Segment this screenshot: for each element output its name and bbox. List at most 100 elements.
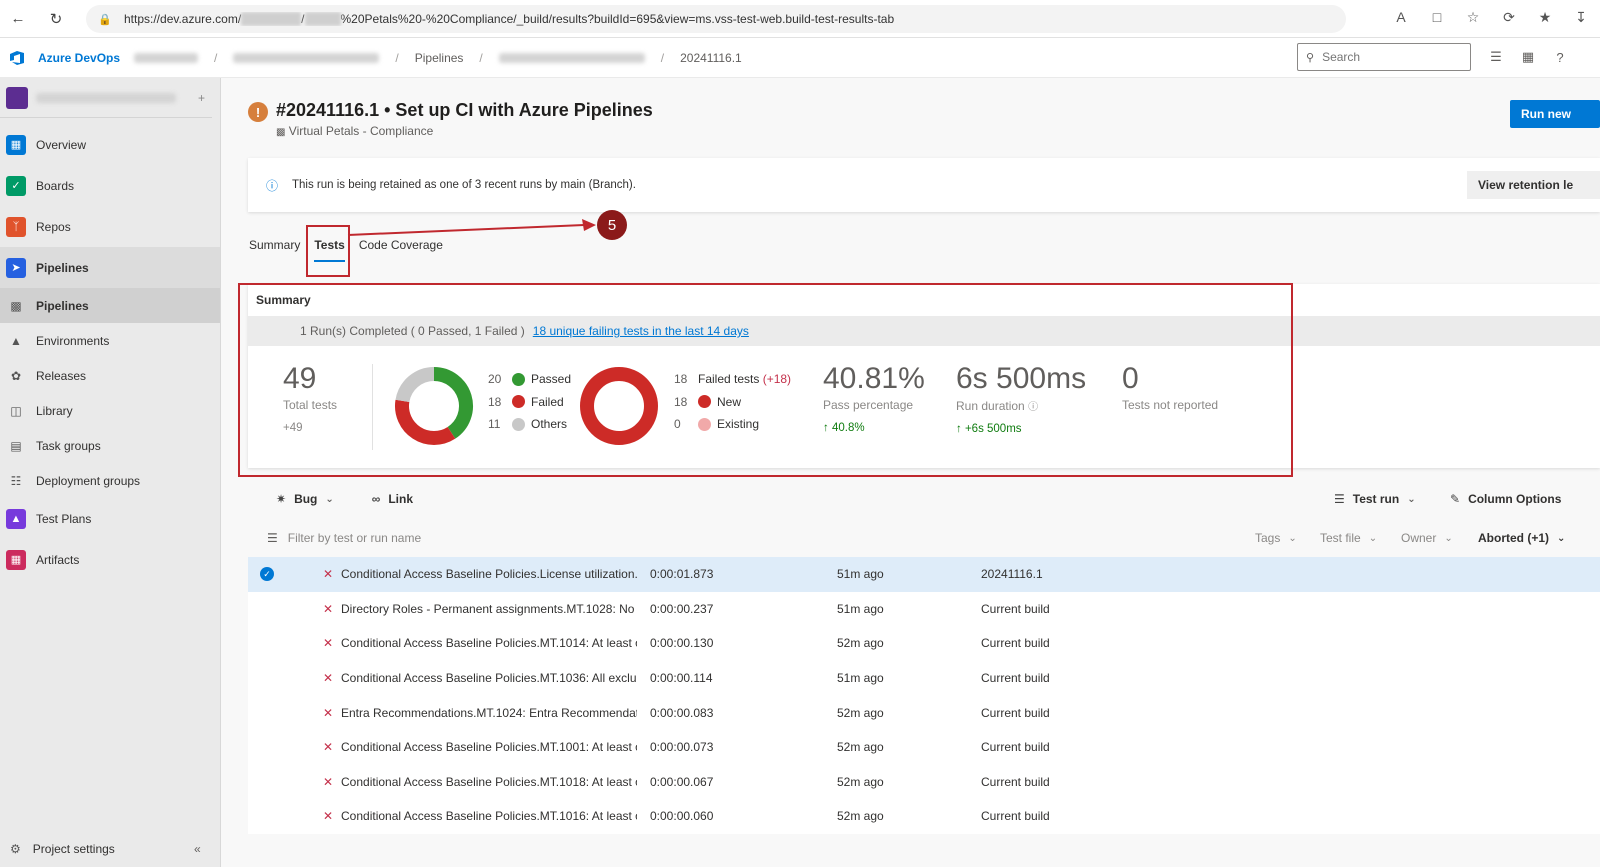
run-new-button[interactable]: Run new xyxy=(1510,100,1600,128)
sidebar-subitem-environments[interactable]: ▲ Environments xyxy=(0,323,220,358)
breadcrumb-pipelines[interactable]: Pipelines xyxy=(415,51,464,65)
failed-x-icon: ✕ xyxy=(323,601,334,616)
annotation-tests-tab-box xyxy=(306,225,350,277)
pipelines-sub-icon: ▩ xyxy=(10,298,22,313)
wrench-icon: ✎ xyxy=(1450,492,1461,506)
sidebar-item-artifacts[interactable]: ▦ Artifacts xyxy=(0,539,220,580)
table-row[interactable]: ✕ Conditional Access Baseline Policies.M… xyxy=(248,799,1600,834)
tab-code-coverage[interactable]: Code Coverage xyxy=(359,238,443,262)
org-name-blurred[interactable] xyxy=(134,52,199,63)
azure-devops-logo-icon[interactable] xyxy=(6,47,28,69)
sidebar-item-overview[interactable]: ▦ Overview xyxy=(0,124,220,165)
bug-icon: ✷ xyxy=(276,492,287,506)
tab-summary[interactable]: Summary xyxy=(249,238,300,262)
failed-x-icon: ✕ xyxy=(323,705,334,720)
warning-icon: ! xyxy=(248,102,268,122)
favorite-star-icon[interactable]: ☆ xyxy=(1464,8,1482,26)
link-button[interactable]: ∞ Link xyxy=(372,492,413,506)
chevron-down-icon: ⌄ xyxy=(1288,532,1297,544)
chevron-down-icon: ⌄ xyxy=(1444,532,1453,544)
help-icon[interactable]: ? xyxy=(1552,48,1568,66)
project-settings[interactable]: ⚙ Project settings « xyxy=(0,831,221,867)
bug-button[interactable]: ✷ Bug ⌄ xyxy=(276,492,334,506)
table-row[interactable]: ✕ Conditional Access Baseline Policies.M… xyxy=(248,729,1600,765)
extensions-icon[interactable]: ⟳ xyxy=(1500,8,1518,26)
annotation-summary-box xyxy=(238,283,1293,477)
task-groups-icon: ▤ xyxy=(10,438,22,453)
pipelines-icon: ➤ xyxy=(6,257,26,278)
chevron-down-icon: ⌄ xyxy=(1368,532,1378,544)
search-input[interactable] xyxy=(1322,50,1453,64)
shopping-bag-icon[interactable]: ▦ xyxy=(1520,48,1536,66)
refresh-icon[interactable]: ↻ xyxy=(46,9,66,29)
project-name-blurred[interactable] xyxy=(233,52,380,63)
annotation-step-badge: 5 xyxy=(597,210,627,240)
failed-x-icon: ✕ xyxy=(323,809,334,824)
task-list-icon[interactable]: ☰ xyxy=(1488,48,1504,66)
sidebar-item-boards[interactable]: ✓ Boards xyxy=(0,165,220,206)
app-icon[interactable]: □ xyxy=(1428,8,1446,26)
project-title-blurred xyxy=(36,92,176,103)
table-row[interactable]: ✕ Conditional Access Baseline Policies.M… xyxy=(248,764,1600,800)
failed-x-icon: ✕ xyxy=(323,740,334,755)
repos-icon: ᛉ xyxy=(6,216,26,237)
annotation-arrow xyxy=(347,219,596,236)
checkmark-icon[interactable]: ✓ xyxy=(260,567,274,582)
filter-input[interactable]: Filter by test or run name xyxy=(288,531,421,545)
view-retention-button[interactable]: View retention le xyxy=(1467,171,1600,199)
column-options-button[interactable]: ✎ Column Options xyxy=(1450,492,1561,506)
read-aloud-icon[interactable]: A xyxy=(1392,8,1410,26)
sidebar-subitem-task-groups[interactable]: ▤ Task groups xyxy=(0,428,220,463)
run-title: #20241116.1 • Set up CI with Azure Pipel… xyxy=(276,100,653,120)
results-table: ✓ ✕ Conditional Access Baseline Policies… xyxy=(248,557,1600,834)
back-arrow-icon[interactable]: ← xyxy=(8,9,28,29)
gear-icon: ⚙ xyxy=(10,842,21,856)
project-selector[interactable]: + xyxy=(0,78,212,118)
sidebar-subitem-releases[interactable]: ✿ Releases xyxy=(0,358,220,393)
collapse-icon[interactable]: « xyxy=(194,842,201,856)
breadcrumb-run[interactable]: 20241116.1 xyxy=(680,51,742,65)
favorites-icon[interactable]: ★ xyxy=(1536,8,1554,26)
library-icon: ◫ xyxy=(10,403,22,418)
address-bar[interactable]: 🔒 https://dev.azure.com/xxxxxxxxxx/xxxxx… xyxy=(86,5,1346,33)
download-icon[interactable]: ↧ xyxy=(1572,8,1590,26)
lock-icon: 🔒 xyxy=(98,13,112,26)
deployment-groups-icon: ☷ xyxy=(10,473,22,488)
sidebar-item-test-plans[interactable]: ▲ Test Plans xyxy=(0,498,220,539)
test-file-filter[interactable]: Test file ⌄ xyxy=(1320,531,1377,545)
sidebar-item-repos[interactable]: ᛉ Repos xyxy=(0,206,220,247)
test-run-button[interactable]: ☰ Test run ⌄ xyxy=(1334,492,1416,506)
table-row[interactable]: ✕ Conditional Access Baseline Policies.M… xyxy=(248,626,1600,661)
add-icon[interactable]: + xyxy=(198,91,205,105)
table-row[interactable]: ✕ Directory Roles - Permanent assignment… xyxy=(248,591,1600,627)
table-row[interactable]: ✓ ✕ Conditional Access Baseline Policies… xyxy=(248,557,1600,592)
chevron-down-icon: ⌄ xyxy=(1557,532,1566,544)
filter-bar: ☰ Filter by test or run name Tags ⌄ Test … xyxy=(248,521,1600,555)
table-row[interactable]: ✕ Conditional Access Baseline Policies.M… xyxy=(248,660,1600,696)
sidebar-subitem-pipelines[interactable]: ▩ Pipelines xyxy=(0,288,220,323)
sidebar-item-pipelines[interactable]: ➤ Pipelines xyxy=(0,247,220,288)
pipeline-icon: ▩ xyxy=(276,127,286,138)
project-avatar xyxy=(6,86,28,109)
brand-name[interactable]: Azure DevOps xyxy=(38,51,120,65)
failed-x-icon: ✕ xyxy=(323,671,334,686)
boards-icon: ✓ xyxy=(6,175,26,196)
search-icon: ⚲ xyxy=(1306,51,1315,64)
artifacts-icon: ▦ xyxy=(6,549,26,570)
sidebar-subitem-deployment-groups[interactable]: ☷ Deployment groups xyxy=(0,463,220,498)
list-icon: ☰ xyxy=(1334,492,1345,506)
ado-header: Azure DevOps / / Pipelines / / 20241116.… xyxy=(0,38,1600,78)
tags-filter[interactable]: Tags ⌄ xyxy=(1255,531,1297,545)
owner-filter[interactable]: Owner ⌄ xyxy=(1401,531,1453,545)
releases-icon: ✿ xyxy=(10,368,22,383)
retention-text: This run is being retained as one of 3 r… xyxy=(292,179,636,191)
chevron-down-icon: ⌄ xyxy=(1407,493,1416,505)
run-project[interactable]: ▩ Virtual Petals - Compliance xyxy=(276,124,433,138)
outcome-filter[interactable]: Aborted (+1) ⌄ xyxy=(1478,531,1565,545)
search-box[interactable]: ⚲ xyxy=(1297,43,1471,71)
breadcrumb: / / Pipelines / / 20241116.1 xyxy=(134,51,742,65)
results-toolbar: ✷ Bug ⌄ ∞ Link ☰ Test run ⌄ ✎ Column Options xyxy=(248,481,1600,517)
pipeline-name-blurred[interactable] xyxy=(498,52,645,63)
table-row[interactable]: ✕ Entra Recommendations.MT.1024: Entra R… xyxy=(248,695,1600,730)
sidebar-subitem-library[interactable]: ◫ Library xyxy=(0,393,220,428)
